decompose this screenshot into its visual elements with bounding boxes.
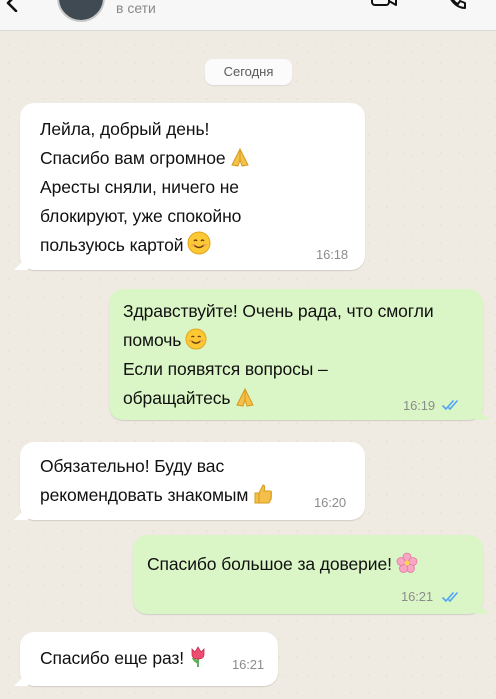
phone-icon[interactable] [447,0,467,10]
message-bubble-incoming[interactable]: Обязательно! Буду вас рекомендовать знак… [14,442,365,520]
message-time: 16:20 [314,495,347,510]
message-bubble-outgoing[interactable]: Здравствуйте! Очень рада, что смогли пом… [109,289,489,420]
message-line: Спасибо большое за доверие! [147,549,418,583]
message-line: Если появятся вопросы – [123,359,328,379]
cherry-blossom-emoji [396,552,418,583]
message-time: 16:18 [316,247,349,262]
message-bubble-incoming[interactable]: Лейла, добрый день! Спасибо вам огромное… [14,103,365,270]
message-line: Аресты сняли, ничего не [40,177,239,197]
message-line: Обязательно! Буду вас [40,456,225,476]
avatar[interactable] [57,0,105,22]
message-line: Спасибо еще раз! [40,643,208,677]
folded-hands-emoji [234,387,256,417]
message-line: Лейла, добрый день! [40,119,210,139]
smiling-face-emoji [187,231,211,264]
message-bubble-incoming[interactable]: Спасибо еще раз! 16:21 [14,632,278,686]
bubble-tail [14,506,28,520]
video-call-icon[interactable] [371,0,397,8]
message-bubble-outgoing[interactable]: Спасибо большое за доверие! 16:21 [133,535,489,614]
date-separator: Сегодня [205,59,292,85]
message-line: рекомендовать знакомым [40,480,274,514]
message-time: 16:21 [401,589,434,604]
chat-header: в сети [0,0,496,31]
chevron-left-icon[interactable] [4,0,22,12]
tulip-emoji [188,646,208,677]
bubble-tail [475,406,489,420]
double-check-icon [442,592,458,603]
message-line: обращайтесь [123,383,256,417]
bubble-tail [14,256,28,270]
message-line: пользуюсь картой [40,230,211,264]
message-time: 16:21 [232,657,265,672]
message-line: блокируют, уже спокойно [40,206,242,226]
bubble-tail [14,672,28,686]
double-check-icon [442,400,458,411]
message-line: Здравствуйте! Очень рада, что смогли [123,301,434,321]
bubble-tail [475,600,489,614]
contact-status: в сети [116,0,156,16]
message-time: 16:19 [403,398,436,413]
thumbs-up-emoji [252,483,274,514]
